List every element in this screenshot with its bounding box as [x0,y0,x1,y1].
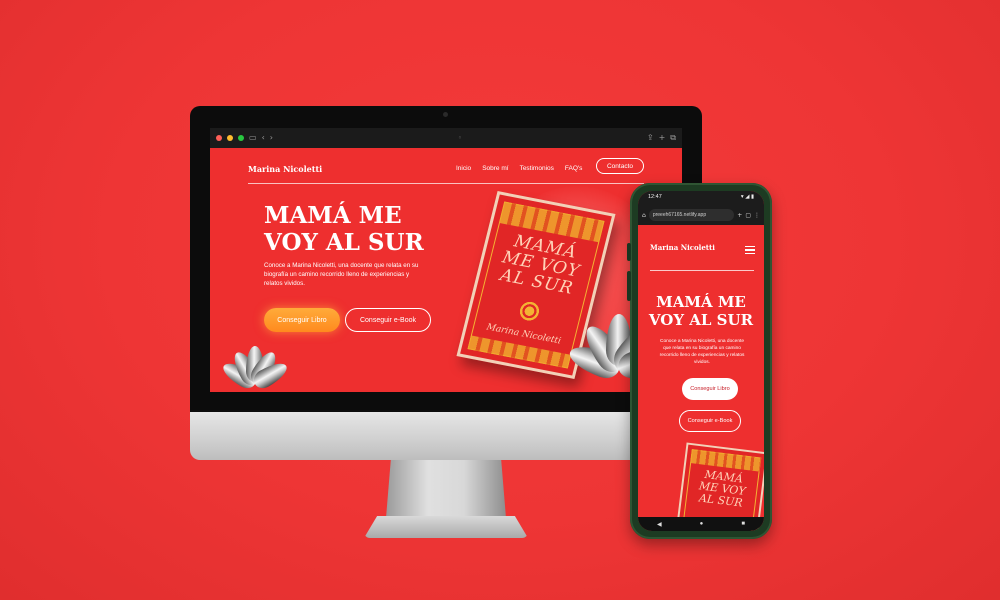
hero-title: MAMÁ ME VOY AL SUR [264,202,474,256]
nav-item-sobre-mi[interactable]: Sobre mí [482,165,508,172]
header-divider [248,183,644,184]
browser-toolbar: ▭ ‹ › ◦ ⇪ + ⧉ [210,128,682,148]
back-nav-icon[interactable]: ◀ [657,521,662,528]
lotus-flower-left-image [219,338,291,392]
mobile-site-brand[interactable]: Marina Nicoletti [650,243,715,252]
phone-screen: 12:47 ▾ ◢ ▮ ⌂ preeeh67165.netlify.app + … [638,191,764,531]
desktop-website: Marina Nicoletti Inicio Sobre mí Testimo… [210,148,682,392]
mobile-phone-mockup: 12:47 ▾ ◢ ▮ ⌂ preeeh67165.netlify.app + … [627,183,772,539]
back-icon[interactable]: ‹ [262,134,265,142]
phone-side-button [627,243,631,261]
home-nav-icon[interactable]: ● [700,521,704,527]
mobile-hero-description: Conoce a Marina Nicoletti, una docente q… [659,339,745,365]
monitor-stand-neck [386,460,506,518]
window-maximize-button[interactable] [238,135,244,141]
lock-icon: ◦ [457,134,462,142]
mobile-hero-title-line1: MAMÁ ME [656,293,746,311]
nav-item-testimonios[interactable]: Testimonios [520,165,554,172]
hero-title-line2: VOY AL SUR [264,229,424,256]
mobile-address-bar[interactable]: preeeh67165.netlify.app [648,209,735,221]
mobile-get-ebook-button[interactable]: Conseguir e-Book [679,410,741,432]
phone-volume-button [627,271,631,301]
monitor-chin [190,412,702,460]
mobile-browser-toolbar: ⌂ preeeh67165.netlify.app + ▢ ⋮ [638,205,764,225]
mobile-header-divider [650,270,754,271]
get-book-button[interactable]: Conseguir Libro [264,308,340,332]
window-close-button[interactable] [216,135,222,141]
hamburger-menu-icon[interactable] [745,246,755,254]
hero-title-line1: MAMÁ ME [264,202,402,229]
contact-button[interactable]: Contacto [596,158,644,174]
nav-item-faqs[interactable]: FAQ's [565,165,583,172]
desktop-monitor-mockup: ▭ ‹ › ◦ ⇪ + ⧉ Marina Nicoletti Inicio So… [190,106,702,538]
hero-description: Conoce a Marina Nicoletti, una docente q… [264,262,419,287]
mobile-hero-title-line2: VOY AL SUR [648,311,754,329]
tabs-icon[interactable]: ▢ [745,212,751,219]
camera-icon [443,112,448,117]
mobile-hero-title: MAMÁ ME VOY AL SUR [638,293,764,329]
phone-status-bar: 12:47 ▾ ◢ ▮ [638,191,764,205]
android-nav-bar: ◀ ● ■ [638,517,764,531]
address-bar[interactable]: ◦ [278,134,642,142]
forward-icon[interactable]: › [270,134,273,142]
recents-nav-icon[interactable]: ■ [741,521,745,527]
mobile-get-book-button[interactable]: Conseguir Libro [682,378,738,400]
window-minimize-button[interactable] [227,135,233,141]
tab-overview-icon[interactable]: ⧉ [670,134,676,142]
new-tab-icon[interactable]: + [737,212,742,219]
sidebar-icon[interactable]: ▭ [249,134,257,142]
home-icon[interactable]: ⌂ [642,212,646,219]
status-icons: ▾ ◢ ▮ [740,194,754,200]
share-icon[interactable]: ⇪ [647,134,654,142]
get-ebook-button[interactable]: Conseguir e-Book [345,308,431,332]
nav-item-inicio[interactable]: Inicio [456,165,471,172]
site-brand[interactable]: Marina Nicoletti [248,164,322,174]
monitor-stand-foot [364,516,528,538]
new-tab-icon[interactable]: + [659,134,666,142]
more-options-icon[interactable]: ⋮ [754,212,760,219]
site-nav: Inicio Sobre mí Testimonios FAQ's [456,165,582,172]
status-time: 12:47 [648,194,662,200]
